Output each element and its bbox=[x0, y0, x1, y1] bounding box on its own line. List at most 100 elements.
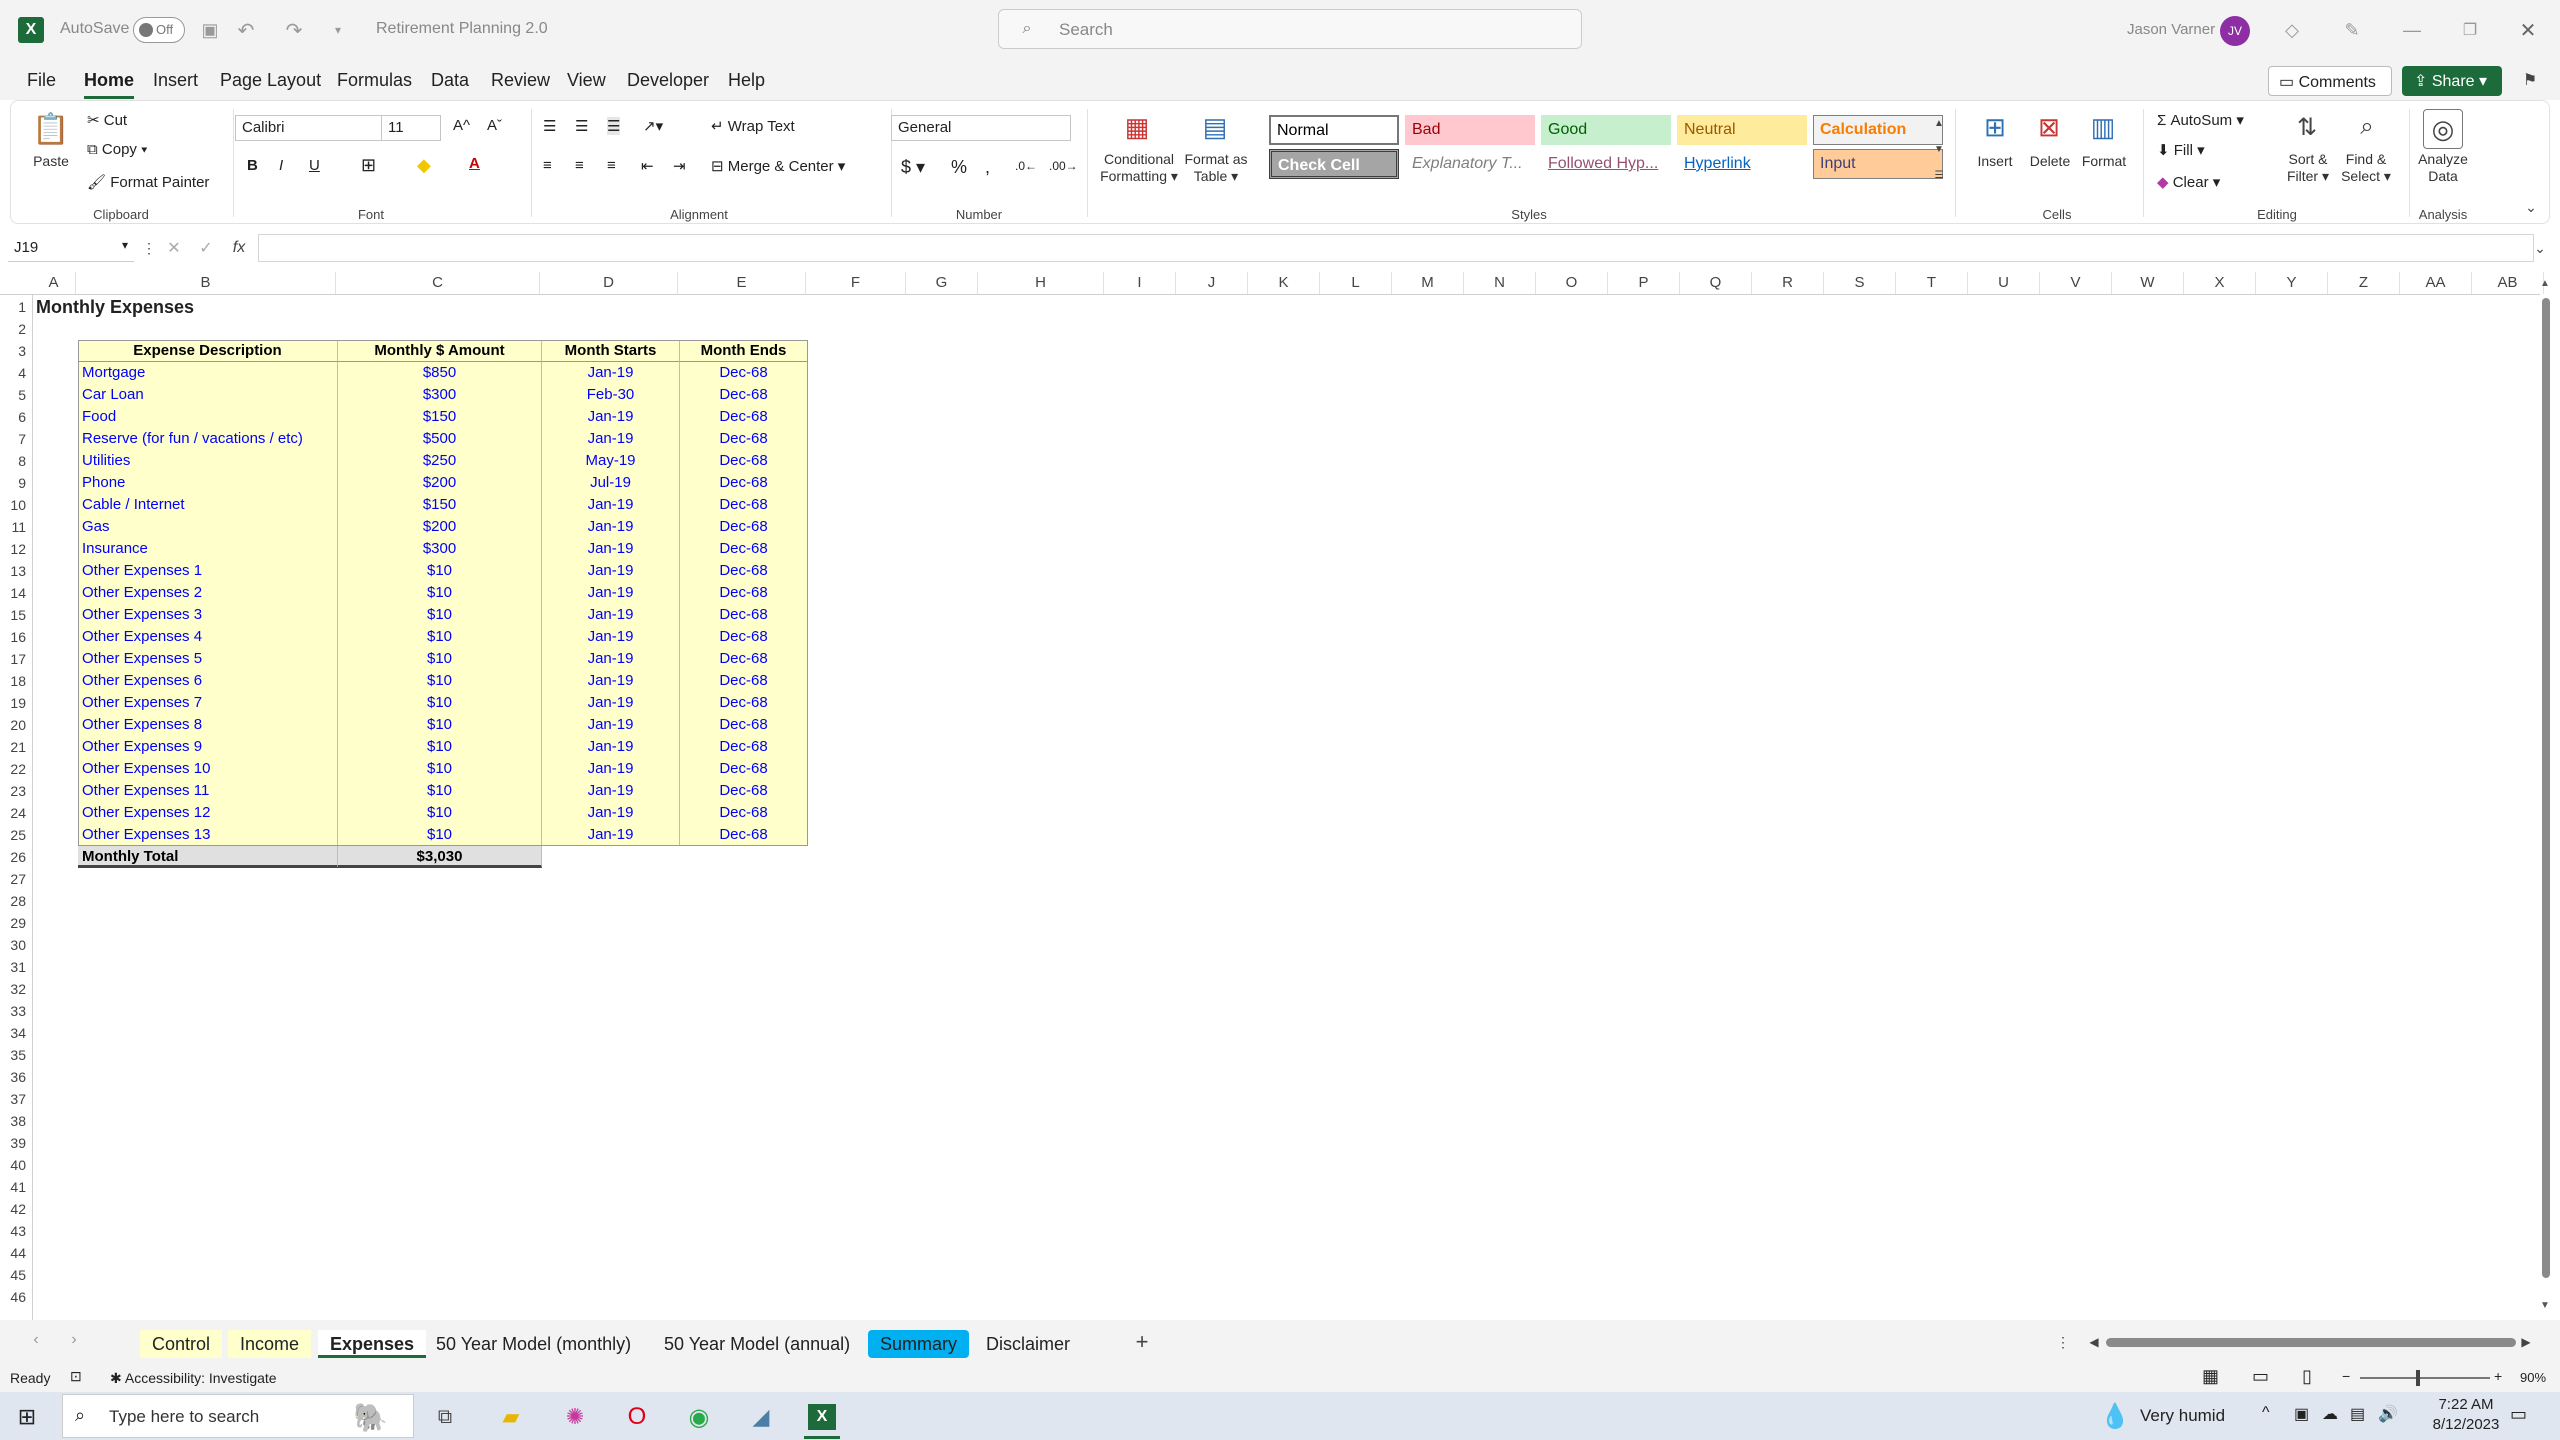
cell-style-input[interactable]: Input bbox=[1813, 149, 1943, 179]
table-cell[interactable]: Gas bbox=[78, 516, 338, 538]
table-cell[interactable]: Jan-19 bbox=[542, 736, 680, 758]
row-header-16[interactable]: 16 bbox=[0, 626, 32, 648]
table-cell[interactable]: Jan-19 bbox=[542, 780, 680, 802]
table-cell[interactable]: Dec-68 bbox=[680, 494, 808, 516]
table-cell[interactable]: Dec-68 bbox=[680, 538, 808, 560]
find-select-label[interactable]: Find & Select ▾ bbox=[2331, 151, 2401, 185]
restore-icon[interactable]: ❐ bbox=[2458, 18, 2482, 42]
row-header-27[interactable]: 27 bbox=[0, 868, 32, 890]
format-cells-label[interactable]: Format bbox=[2077, 153, 2131, 169]
table-cell[interactable]: $250 bbox=[338, 450, 542, 472]
indent-decrease-icon[interactable]: ⇤ bbox=[641, 157, 654, 175]
column-header-i[interactable]: I bbox=[1104, 272, 1176, 294]
macro-icon[interactable]: ⊡ bbox=[70, 1368, 82, 1385]
column-header-t[interactable]: T bbox=[1896, 272, 1968, 294]
column-header-r[interactable]: R bbox=[1752, 272, 1824, 294]
redo-icon[interactable]: ↷ bbox=[282, 18, 306, 42]
file-explorer-icon[interactable]: ▰ bbox=[496, 1404, 526, 1430]
expand-formula-icon[interactable]: ⌄ bbox=[2530, 238, 2550, 258]
column-header-y[interactable]: Y bbox=[2256, 272, 2328, 294]
table-cell[interactable]: $10 bbox=[338, 780, 542, 802]
row-header-45[interactable]: 45 bbox=[0, 1264, 32, 1286]
autosum-button[interactable]: Σ AutoSum ▾ bbox=[2157, 111, 2244, 129]
cell-style-neutral[interactable]: Neutral bbox=[1677, 115, 1807, 145]
row-header-28[interactable]: 28 bbox=[0, 890, 32, 912]
row-header-32[interactable]: 32 bbox=[0, 978, 32, 1000]
table-cell[interactable]: Jan-19 bbox=[542, 692, 680, 714]
table-cell[interactable]: Dec-68 bbox=[680, 406, 808, 428]
menu-review[interactable]: Review bbox=[491, 70, 550, 91]
search-box[interactable]: ⌕ Search bbox=[998, 9, 1582, 49]
table-cell[interactable]: Dec-68 bbox=[680, 670, 808, 692]
menu-view[interactable]: View bbox=[567, 70, 606, 91]
row-header-44[interactable]: 44 bbox=[0, 1242, 32, 1264]
normal-view-icon[interactable]: ▦ bbox=[2202, 1366, 2219, 1387]
opera-icon[interactable]: O bbox=[622, 1403, 652, 1430]
table-cell[interactable]: Other Expenses 13 bbox=[78, 824, 338, 846]
paint-icon[interactable]: ✺ bbox=[560, 1404, 590, 1430]
table-cell[interactable]: $150 bbox=[338, 494, 542, 516]
gallery-more-icon[interactable]: ☰ bbox=[1931, 167, 1947, 183]
paste-label[interactable]: Paste bbox=[31, 153, 71, 169]
table-cell[interactable]: Other Expenses 1 bbox=[78, 560, 338, 582]
table-cell[interactable]: Jan-19 bbox=[542, 626, 680, 648]
table-header-1[interactable]: Monthly $ Amount bbox=[338, 340, 542, 362]
format-painter-button[interactable]: 🖌 Format Painter bbox=[87, 173, 209, 191]
column-header-j[interactable]: J bbox=[1176, 272, 1248, 294]
table-header-3[interactable]: Month Ends bbox=[680, 340, 808, 362]
collapse-ribbon-icon[interactable]: ⌄ bbox=[2521, 197, 2541, 217]
table-cell[interactable]: Dec-68 bbox=[680, 472, 808, 494]
table-cell[interactable]: $10 bbox=[338, 692, 542, 714]
row-header-19[interactable]: 19 bbox=[0, 692, 32, 714]
fill-color-icon[interactable]: ◆ bbox=[417, 155, 431, 176]
table-cell[interactable]: Jan-19 bbox=[542, 670, 680, 692]
table-cell[interactable]: $10 bbox=[338, 670, 542, 692]
table-cell[interactable]: Jan-19 bbox=[542, 494, 680, 516]
cell-style-hyperlink[interactable]: Hyperlink bbox=[1677, 149, 1807, 179]
table-cell[interactable]: Reserve (for fun / vacations / etc) bbox=[78, 428, 338, 450]
cell-style-normal[interactable]: Normal bbox=[1269, 115, 1399, 145]
table-cell[interactable]: $500 bbox=[338, 428, 542, 450]
row-header-15[interactable]: 15 bbox=[0, 604, 32, 626]
format-cells-icon[interactable]: ▥ bbox=[2083, 109, 2123, 145]
sheet-tab-expenses[interactable]: Expenses bbox=[318, 1330, 427, 1358]
table-header-2[interactable]: Month Starts bbox=[542, 340, 680, 362]
row-header-41[interactable]: 41 bbox=[0, 1176, 32, 1198]
cell-style-followed-hyp[interactable]: Followed Hyp... bbox=[1541, 149, 1671, 179]
sheet-tab-income[interactable]: Income bbox=[228, 1330, 312, 1358]
sheet-tab-disclaimer[interactable]: Disclaimer bbox=[974, 1330, 1082, 1358]
row-header-21[interactable]: 21 bbox=[0, 736, 32, 758]
clock-time[interactable]: 7:22 AM bbox=[2426, 1396, 2506, 1413]
row-header-29[interactable]: 29 bbox=[0, 912, 32, 934]
column-header-aa[interactable]: AA bbox=[2400, 272, 2472, 294]
column-header-h[interactable]: H bbox=[978, 272, 1104, 294]
align-middle-icon[interactable]: ☰ bbox=[575, 117, 588, 135]
table-cell[interactable]: Jan-19 bbox=[542, 648, 680, 670]
row-header-39[interactable]: 39 bbox=[0, 1132, 32, 1154]
insert-function-icon[interactable]: fx bbox=[228, 238, 250, 258]
column-header-n[interactable]: N bbox=[1464, 272, 1536, 294]
sheet-title[interactable]: Monthly Expenses bbox=[36, 296, 194, 318]
row-header-11[interactable]: 11 bbox=[0, 516, 32, 538]
row-header-6[interactable]: 6 bbox=[0, 406, 32, 428]
column-header-l[interactable]: L bbox=[1320, 272, 1392, 294]
table-cell[interactable]: $10 bbox=[338, 626, 542, 648]
cut-button[interactable]: ✂ Cut bbox=[87, 111, 127, 129]
gallery-up-icon[interactable]: ▲ bbox=[1931, 115, 1947, 131]
insert-cells-icon[interactable]: ⊞ bbox=[1975, 109, 2015, 145]
table-cell[interactable]: Other Expenses 4 bbox=[78, 626, 338, 648]
table-cell[interactable]: Jan-19 bbox=[542, 560, 680, 582]
tab-scroll-left-icon[interactable]: ‹ bbox=[26, 1330, 46, 1350]
hscroll-right-icon[interactable]: ▶ bbox=[2518, 1332, 2534, 1352]
page-layout-view-icon[interactable]: ▭ bbox=[2252, 1366, 2269, 1387]
grow-font-icon[interactable]: A^ bbox=[453, 117, 470, 134]
page-break-view-icon[interactable]: ▯ bbox=[2302, 1366, 2312, 1387]
table-cell[interactable]: $300 bbox=[338, 384, 542, 406]
row-header-8[interactable]: 8 bbox=[0, 450, 32, 472]
table-cell[interactable]: $10 bbox=[338, 758, 542, 780]
table-cell[interactable]: Jan-19 bbox=[542, 824, 680, 846]
table-cell[interactable]: May-19 bbox=[542, 450, 680, 472]
row-header-18[interactable]: 18 bbox=[0, 670, 32, 692]
table-cell[interactable]: Car Loan bbox=[78, 384, 338, 406]
row-header-23[interactable]: 23 bbox=[0, 780, 32, 802]
